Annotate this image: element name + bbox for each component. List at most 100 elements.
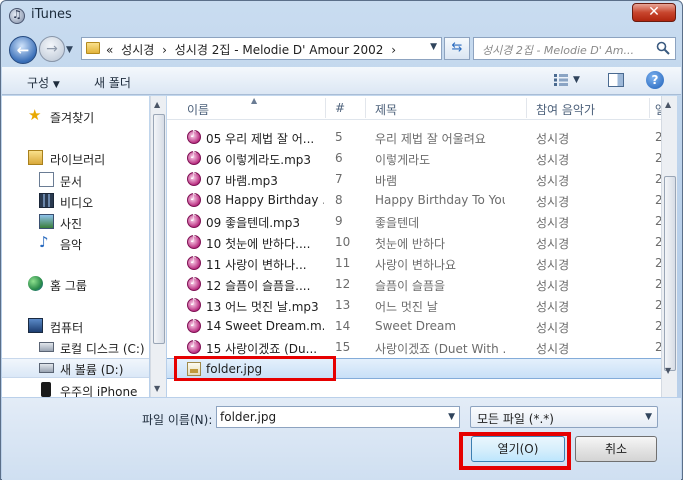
sidebar-item-videos[interactable]: 비디오 xyxy=(2,191,149,211)
list-item[interactable]: 06 이렇게라도.mp3 6 이렇게라도 성시경 2 xyxy=(167,148,661,169)
filename-dropdown-icon[interactable]: ▼ xyxy=(448,412,455,422)
breadcrumb-separator[interactable]: › xyxy=(162,43,167,57)
sidebar-item-libraries[interactable]: 라이브러리 xyxy=(2,148,149,168)
sidebar-scrollbar[interactable]: ▲ ▼ xyxy=(150,96,166,397)
mp3-file-icon xyxy=(187,150,201,165)
recent-pages-dropdown-icon[interactable]: ▼ xyxy=(66,45,73,55)
itunes-app-icon xyxy=(9,8,25,24)
column-divider[interactable] xyxy=(325,98,326,118)
track-number: 12 xyxy=(335,277,351,291)
preview-pane-icon[interactable] xyxy=(608,73,624,87)
track-title: Happy Birthday To You xyxy=(375,193,505,207)
scroll-down-icon[interactable]: ▼ xyxy=(154,384,160,393)
breadcrumb-overflow[interactable]: « xyxy=(106,43,113,57)
sidebar-item-pictures[interactable]: 사진 xyxy=(2,212,149,232)
list-item[interactable]: 12 슬픔이 슬픔을.... 12 슬픔이 슬픔을 성시경 2 xyxy=(167,274,661,295)
track-artist: 성시경 xyxy=(536,321,570,335)
breadcrumb-item-album[interactable]: 성시경 2집 - Melodie D' Amour 2002 xyxy=(175,43,384,57)
sidebar-scroll-thumb[interactable] xyxy=(153,114,165,344)
cancel-button[interactable]: 취소 xyxy=(575,436,657,462)
filename-input[interactable] xyxy=(220,409,440,425)
track-title: Sweet Dream xyxy=(375,319,457,333)
column-header-number[interactable]: # xyxy=(335,101,345,115)
track-artist: 성시경 xyxy=(536,342,570,356)
search-input[interactable]: 성시경 2집 - Melodie D' Am... xyxy=(482,42,634,58)
column-divider[interactable] xyxy=(649,98,650,118)
scroll-down-icon[interactable]: ▼ xyxy=(665,366,671,375)
file-name: 10 첫눈에 반하다.... xyxy=(206,237,311,251)
close-button[interactable]: ✕ xyxy=(632,3,676,22)
sidebar-item-label: 문서 xyxy=(60,175,83,189)
sidebar-item-label: 홈 그룹 xyxy=(50,279,87,293)
sidebar-item-volume-d[interactable]: 새 볼륨 (D:) xyxy=(2,358,149,378)
sidebar-item-label: 로컬 디스크 (C:) xyxy=(60,342,145,356)
file-name: 06 이렇게라도.mp3 xyxy=(206,153,312,167)
file-list-scrollbar[interactable]: ▲ ▼ xyxy=(661,96,677,397)
column-divider[interactable] xyxy=(526,98,527,118)
help-icon[interactable]: ? xyxy=(646,71,664,89)
filename-field[interactable]: ▼ xyxy=(216,406,460,428)
sidebar-item-homegroup[interactable]: 홈 그룹 xyxy=(2,274,149,294)
file-name: 13 어느 멋진 날.mp3 xyxy=(206,300,319,314)
column-header-artist[interactable]: 참여 음악가 xyxy=(536,101,595,118)
track-artist: 성시경 xyxy=(536,237,570,251)
list-item[interactable]: 05 우리 제법 잘 어... 5 우리 제법 잘 어울려요 성시경 2 xyxy=(167,127,661,148)
open-button-highlight xyxy=(459,432,571,470)
sidebar-item-favorites[interactable]: ★ 즐겨찾기 xyxy=(2,106,149,126)
sidebar-item-documents[interactable]: 문서 xyxy=(2,170,149,190)
window-title: iTunes xyxy=(31,7,72,22)
column-divider[interactable] xyxy=(365,98,366,118)
track-title: 어느 멋진 날 xyxy=(375,300,438,314)
library-icon xyxy=(28,150,43,165)
chevron-down-icon: ▼ xyxy=(645,412,652,422)
column-header-name[interactable]: 이름 xyxy=(187,101,209,118)
sidebar-item-label: 우주의 iPhone xyxy=(60,385,138,397)
sidebar-item-local-disk-c[interactable]: 로컬 디스크 (C:) xyxy=(2,337,149,357)
list-item[interactable]: 15 사랑이겠죠 (Du... 15 사랑이겠죠 (Duet With ... … xyxy=(167,337,661,358)
breadcrumb: « 성시경 › 성시경 2집 - Melodie D' Amour 2002 › xyxy=(106,41,400,58)
sidebar-item-music[interactable]: ♪ 음악 xyxy=(2,233,149,253)
list-item[interactable]: 09 좋을텐데.mp3 9 좋을텐데 성시경 2 xyxy=(167,211,661,232)
organize-menu[interactable]: 구성 ▼ xyxy=(27,74,60,91)
phone-icon xyxy=(41,382,51,397)
address-bar[interactable]: « 성시경 › 성시경 2집 - Melodie D' Amour 2002 ›… xyxy=(81,37,442,60)
view-dropdown-icon[interactable]: ▼ xyxy=(573,75,580,85)
column-header-title[interactable]: 제목 xyxy=(375,101,397,118)
list-item[interactable]: 11 사랑이 변하나... 11 사랑이 변하나요 성시경 2 xyxy=(167,253,661,274)
view-options-icon[interactable] xyxy=(553,73,569,87)
list-item[interactable]: 07 바램.mp3 7 바램 성시경 2 xyxy=(167,169,661,190)
track-artist: 성시경 xyxy=(536,216,570,230)
list-item[interactable]: 10 첫눈에 반하다.... 10 첫눈에 반하다 성시경 2 xyxy=(167,232,661,253)
file-name: 12 슬픔이 슬픔을.... xyxy=(206,279,311,293)
new-folder-button[interactable]: 새 폴더 xyxy=(94,74,131,91)
search-icon[interactable] xyxy=(656,41,670,55)
drive-icon xyxy=(39,363,54,373)
track-artist: 성시경 xyxy=(536,132,570,146)
filetype-select[interactable]: 모든 파일 (*.*) ▼ xyxy=(470,406,658,428)
address-dropdown-icon[interactable]: ▼ xyxy=(430,42,437,52)
back-button[interactable]: ← xyxy=(9,36,37,64)
mp3-file-icon xyxy=(187,234,201,249)
chevron-down-icon: ▼ xyxy=(52,80,60,90)
list-item[interactable]: 13 어느 멋진 날.mp3 13 어느 멋진 날 성시경 2 xyxy=(167,295,661,316)
list-item[interactable]: 14 Sweet Dream.m... 14 Sweet Dream 성시경 2 xyxy=(167,316,661,337)
sidebar-item-computer[interactable]: 컴퓨터 xyxy=(2,316,149,336)
sidebar-item-label: 컴퓨터 xyxy=(50,321,84,335)
documents-icon xyxy=(39,172,54,187)
search-box[interactable]: 성시경 2집 - Melodie D' Am... xyxy=(473,37,676,60)
breadcrumb-item-artist[interactable]: 성시경 xyxy=(121,43,154,57)
file-name: 05 우리 제법 잘 어... xyxy=(206,132,315,146)
refresh-button[interactable]: ⇆ xyxy=(444,37,470,60)
track-title: 이렇게라도 xyxy=(375,153,431,167)
sidebar-item-iphone[interactable]: 우주의 iPhone xyxy=(2,380,149,397)
list-item[interactable]: 08 Happy Birthday ... 8 Happy Birthday T… xyxy=(167,190,661,211)
track-number: 14 xyxy=(335,319,351,333)
forward-button[interactable]: → xyxy=(39,36,65,62)
scroll-up-icon[interactable]: ▲ xyxy=(665,100,671,109)
sort-ascending-icon: ▲ xyxy=(251,96,258,105)
mp3-file-icon xyxy=(187,297,201,312)
file-name: 14 Sweet Dream.m... xyxy=(206,319,324,333)
file-list-scroll-thumb[interactable] xyxy=(664,176,676,371)
scroll-up-icon[interactable]: ▲ xyxy=(154,100,160,109)
breadcrumb-separator[interactable]: › xyxy=(391,43,396,57)
